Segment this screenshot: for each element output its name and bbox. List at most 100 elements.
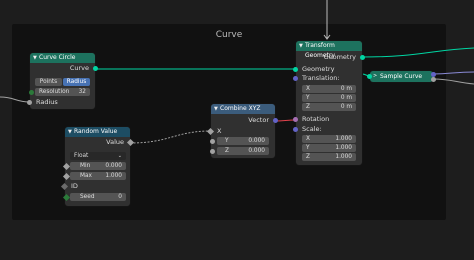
translation-x-label: X (306, 86, 310, 92)
rotation-label: Rotation (302, 115, 330, 123)
mode-points-button[interactable]: Points (35, 78, 62, 86)
translation-z-label: Z (306, 104, 310, 110)
scale-label: Scale: (302, 125, 322, 133)
scale-x-field[interactable]: X 1.000 (302, 135, 356, 143)
radius-input-row: Radius (27, 98, 95, 107)
translation-z-field[interactable]: Z 0 m (302, 103, 356, 111)
radius-input-socket[interactable] (27, 100, 32, 105)
link-value-x (129, 130, 212, 144)
sample-curve-input-socket[interactable] (367, 74, 372, 79)
chevron-down-icon: ⌄ (117, 153, 122, 159)
seed-socket[interactable] (62, 193, 71, 201)
translation-row: Translation: (293, 74, 362, 83)
random-value-title: Random Value (74, 128, 118, 135)
node-sample-curve[interactable]: > Sample Curve (367, 71, 436, 82)
max-field[interactable]: Max 1.000 (62, 172, 126, 180)
geometry-input-row: Geometry (293, 65, 362, 74)
id-input-row: ID (60, 182, 130, 191)
link-sample-out-1 (432, 71, 474, 75)
curve-output-row: Curve (30, 64, 98, 73)
seed-field[interactable]: Seed 0 (62, 193, 126, 201)
chevron-right-icon[interactable]: > (373, 71, 377, 82)
seed-value: 0 (118, 194, 122, 200)
rotation-row: Rotation (293, 115, 362, 124)
resolution-field[interactable]: Resolution 32 (29, 88, 90, 96)
translation-label: Translation: (302, 74, 340, 82)
scale-z-value: 1.000 (335, 154, 352, 160)
node-random-value[interactable]: ▼ Random Value Value Float ⌄ Min 0.000 M… (60, 127, 135, 206)
seed-label: Seed (80, 194, 95, 200)
curve-circle-title: Curve Circle (39, 54, 76, 61)
node-combine-xyz[interactable]: ▼ Combine XYZ Vector X Y 0.000 Z 0.000 (206, 104, 278, 158)
rotation-socket[interactable] (293, 117, 298, 122)
geometry-output-label: Geometry (323, 53, 356, 61)
max-socket[interactable] (62, 172, 71, 180)
value-output-row: Value (65, 138, 135, 147)
z-field[interactable]: Z 0.000 (210, 147, 269, 155)
translation-z-value: 0 m (340, 104, 352, 110)
scale-z-label: Z (306, 154, 310, 160)
sample-curve-output-socket-2[interactable] (431, 77, 436, 82)
scale-x-value: 1.000 (335, 136, 352, 142)
scale-x-label: X (306, 136, 310, 142)
link-sample-out-2 (432, 78, 474, 85)
y-value: 0.000 (248, 138, 265, 144)
geometry-input-socket[interactable] (293, 67, 298, 72)
scale-socket[interactable] (293, 127, 298, 132)
min-value: 0.000 (105, 163, 122, 169)
chevron-down-icon[interactable]: ▼ (33, 53, 37, 63)
transform-geometry-header[interactable]: ▼ Transform Geometry (296, 41, 362, 59)
z-socket[interactable] (210, 148, 215, 154)
combine-xyz-title: Combine XYZ (220, 105, 261, 112)
scale-row: Scale: (293, 125, 362, 134)
chevron-down-icon[interactable]: ▼ (299, 41, 303, 51)
x-input-label: X (217, 127, 222, 135)
chevron-down-icon[interactable]: ▼ (68, 127, 72, 137)
curve-circle-header[interactable]: ▼ Curve Circle (30, 53, 95, 63)
link-radius-in (0, 96, 31, 103)
type-value: Float (74, 153, 89, 159)
scale-z-field[interactable]: Z 1.000 (302, 153, 356, 161)
geometry-input-label: Geometry (302, 65, 335, 73)
id-input-label: ID (71, 182, 78, 190)
y-socket[interactable] (210, 138, 215, 144)
mode-radius-button[interactable]: Radius (63, 78, 90, 86)
curve-output-socket[interactable] (93, 66, 98, 71)
y-label: Y (225, 138, 229, 144)
max-label: Max (80, 173, 92, 179)
scale-y-label: Y (306, 145, 310, 151)
translation-socket[interactable] (293, 76, 298, 81)
translation-x-value: 0 m (340, 86, 352, 92)
link-geometry-out (361, 47, 474, 58)
value-output-label: Value (106, 138, 124, 146)
z-label: Z (225, 148, 229, 154)
chevron-down-icon[interactable]: ▼ (214, 104, 218, 114)
translation-x-field[interactable]: X 0 m (302, 85, 356, 93)
scale-y-value: 1.000 (335, 145, 352, 151)
min-field[interactable]: Min 0.000 (62, 162, 126, 170)
combine-xyz-header[interactable]: ▼ Combine XYZ (211, 104, 275, 114)
translation-y-field[interactable]: Y 0 m (302, 94, 356, 102)
x-input-row: X (206, 127, 275, 136)
vector-output-socket[interactable] (273, 118, 278, 123)
min-socket[interactable] (62, 162, 71, 170)
resolution-label: Resolution (39, 89, 70, 95)
sample-curve-title: Sample Curve (380, 73, 423, 80)
node-transform-geometry[interactable]: ▼ Transform Geometry Geometry Geometry T… (293, 41, 365, 165)
radius-input-label: Radius (36, 98, 58, 106)
scale-y-field[interactable]: Y 1.000 (302, 144, 356, 152)
resolution-value: 32 (78, 89, 86, 95)
random-value-header[interactable]: ▼ Random Value (65, 127, 130, 137)
resolution-socket[interactable] (29, 89, 34, 95)
vector-output-label: Vector (248, 116, 269, 124)
z-value: 0.000 (248, 148, 265, 154)
node-curve-circle[interactable]: ▼ Curve Circle Curve Points Radius Resol… (27, 53, 98, 109)
type-dropdown[interactable]: Float ⌄ (70, 152, 126, 160)
y-field[interactable]: Y 0.000 (210, 137, 269, 145)
min-label: Min (80, 163, 91, 169)
geometry-output-row: Geometry (296, 53, 365, 62)
geometry-output-socket[interactable] (360, 55, 365, 60)
curve-output-label: Curve (69, 64, 89, 72)
translation-y-label: Y (306, 95, 310, 101)
translation-y-value: 0 m (340, 95, 352, 101)
